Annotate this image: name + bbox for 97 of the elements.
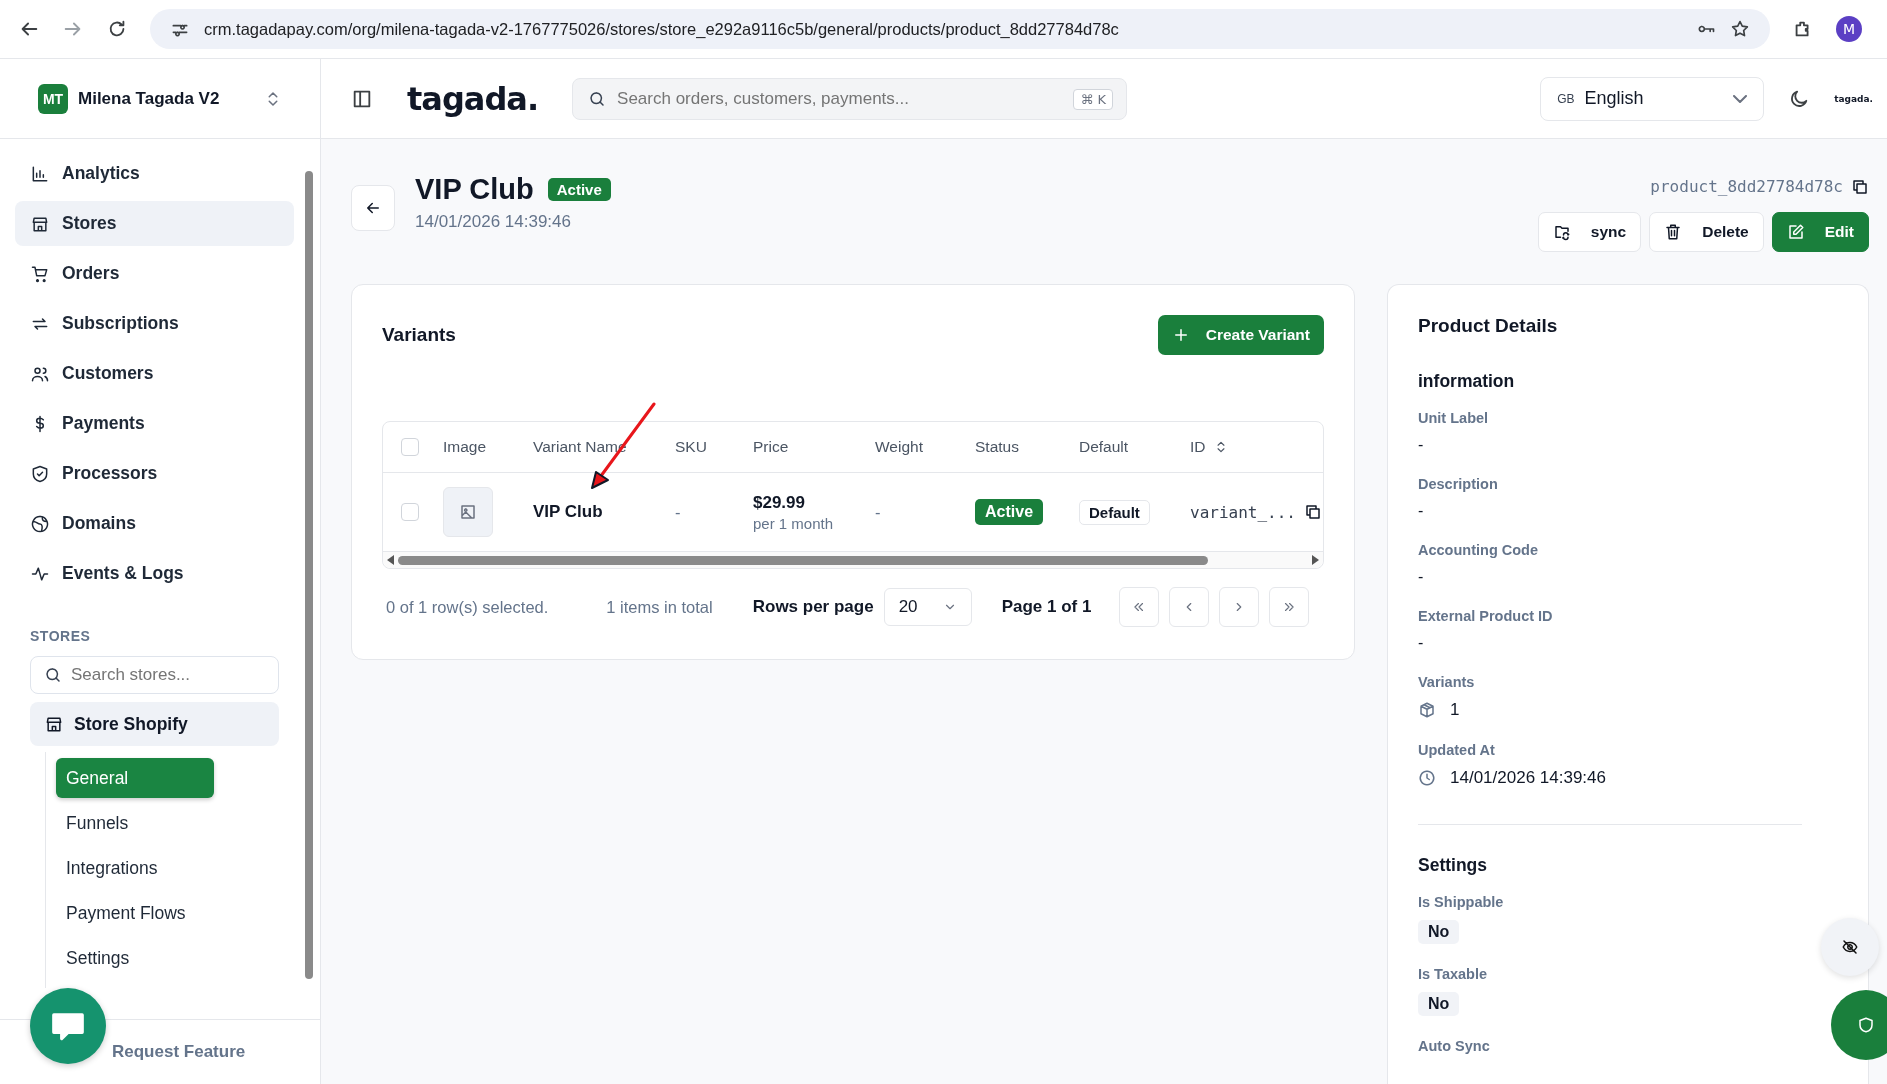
url-text: crm.tagadapay.com/org/milena-tagada-v2-1767775026/stores/store_e292a9116c5b/general/products/product_8dd27784d78c bbox=[204, 19, 1119, 39]
column-header: Image bbox=[443, 438, 487, 456]
field-label: External Product ID bbox=[1418, 608, 1554, 624]
language-select[interactable]: GB English bbox=[1540, 76, 1765, 121]
nav-item[interactable]: Processors bbox=[15, 451, 294, 496]
nav-item[interactable]: Payments bbox=[15, 401, 294, 446]
items-total: 1 items in total bbox=[606, 597, 713, 617]
section-heading: STORES bbox=[30, 628, 92, 644]
copy-icon[interactable] bbox=[1303, 503, 1322, 521]
value-badge: No bbox=[1418, 992, 1460, 1016]
create-variant-button[interactable]: Create Variant bbox=[1157, 315, 1324, 355]
address-bar[interactable]: crm.tagadapay.com/org/milena-tagada-v2-1767775026/stores/store_e292a9116c5b/general/products/product_8dd27784d78c bbox=[150, 9, 1770, 49]
column-header: SKU bbox=[675, 438, 707, 456]
field-label: Updated At bbox=[1418, 742, 1496, 758]
price: $29.99 bbox=[753, 492, 805, 513]
store-nav-item[interactable]: General bbox=[56, 758, 214, 798]
status-badge: Active bbox=[975, 499, 1044, 525]
eye-off-icon bbox=[1841, 938, 1859, 956]
variant-name: VIP Club bbox=[533, 502, 603, 522]
field-value: - bbox=[1418, 634, 1425, 652]
request-feature-link[interactable]: Request Feature bbox=[112, 1042, 246, 1062]
star-icon[interactable] bbox=[1730, 19, 1750, 39]
nav-item[interactable]: Subscriptions bbox=[15, 301, 294, 346]
chevron-down-icon bbox=[1733, 94, 1748, 103]
shield-icon bbox=[1857, 1016, 1875, 1034]
search-icon bbox=[588, 89, 607, 108]
copy-icon[interactable] bbox=[1851, 177, 1869, 196]
store-icon bbox=[44, 714, 64, 734]
billing-period: per 1 month bbox=[753, 514, 834, 532]
field-label: Auto Sync bbox=[1418, 1038, 1491, 1054]
logo: tagada. bbox=[407, 79, 539, 118]
search-icon bbox=[44, 666, 62, 684]
trash-icon bbox=[1664, 223, 1683, 241]
variant-id: variant_... bbox=[1190, 502, 1296, 522]
field-label: Unit Label bbox=[1418, 410, 1490, 426]
value-badge: No bbox=[1418, 920, 1460, 944]
rows-per-page-select[interactable]: 20 bbox=[883, 588, 972, 626]
section-heading: Settings bbox=[1418, 855, 1489, 876]
delete-button[interactable]: Delete bbox=[1649, 212, 1764, 252]
default-badge: Default bbox=[1079, 499, 1150, 525]
rows-per-page-label: Rows per page bbox=[752, 597, 874, 617]
card-title: Product Details bbox=[1418, 315, 1559, 337]
org-switcher[interactable]: MT Milena Tagada V2 bbox=[0, 59, 320, 139]
column-header: Price bbox=[753, 438, 789, 456]
field-value: 1 bbox=[1450, 700, 1460, 720]
table-cell: - bbox=[875, 502, 881, 522]
logo: tagada. bbox=[1834, 93, 1873, 104]
table-cell: - bbox=[675, 502, 681, 522]
folder-sync-icon bbox=[1552, 223, 1571, 241]
chat-button[interactable] bbox=[30, 988, 106, 1064]
row-checkbox[interactable] bbox=[401, 503, 419, 521]
field-label: Is Shippable bbox=[1418, 894, 1505, 910]
horizontal-scrollbar[interactable] bbox=[383, 552, 1323, 568]
edit-button[interactable]: Edit bbox=[1771, 212, 1869, 252]
field-value: - bbox=[1418, 436, 1425, 454]
field-label: Description bbox=[1418, 476, 1499, 492]
field-value: 14/01/2026 14:39:46 bbox=[1450, 768, 1606, 788]
field-label: Accounting Code bbox=[1418, 542, 1540, 558]
store-nav-item[interactable]: Funnels bbox=[56, 803, 214, 843]
shortcut-hint: ⌘ K bbox=[1073, 88, 1114, 110]
column-header: Weight bbox=[875, 438, 923, 456]
nav-item[interactable]: Analytics bbox=[15, 151, 294, 196]
status-badge: Active bbox=[547, 178, 611, 201]
product-date: 14/01/2026 14:39:46 bbox=[415, 212, 572, 232]
column-header: Status bbox=[975, 438, 1019, 456]
nav-item[interactable]: Domains bbox=[15, 501, 294, 546]
edit-icon bbox=[1786, 223, 1805, 241]
column-header: Default bbox=[1079, 438, 1129, 456]
nav-icon bbox=[30, 463, 50, 484]
nav-item[interactable]: Stores bbox=[15, 201, 294, 246]
product-id: product_8dd27784d78c bbox=[1650, 177, 1843, 196]
nav-item[interactable]: Orders bbox=[15, 251, 294, 296]
field-label: Is Taxable bbox=[1418, 966, 1489, 982]
product-title: VIP Club bbox=[415, 173, 534, 206]
store-nav-item[interactable]: Payment Flows bbox=[56, 893, 214, 933]
store-nav-item[interactable]: Integrations bbox=[56, 848, 214, 888]
clock-icon bbox=[1418, 769, 1436, 787]
column-header: ID bbox=[1190, 438, 1206, 456]
store-nav-item[interactable]: Settings bbox=[56, 938, 214, 978]
field-value: - bbox=[1418, 568, 1425, 586]
card-title: Variants bbox=[382, 324, 456, 346]
nav-item[interactable]: Customers bbox=[15, 351, 294, 396]
nav-item[interactable]: Events & Logs bbox=[15, 551, 294, 596]
selection-count: 0 of 1 row(s) selected. bbox=[386, 597, 549, 617]
field-value: - bbox=[1418, 502, 1425, 520]
section-heading: information bbox=[1418, 371, 1516, 392]
double-chevron-right-icon bbox=[1282, 600, 1297, 614]
field-label: Variants bbox=[1418, 674, 1476, 690]
store-search-field[interactable]: Search stores... bbox=[30, 656, 279, 694]
profile-avatar[interactable]: M bbox=[1836, 16, 1862, 42]
box-icon bbox=[1418, 701, 1436, 719]
page-indicator: Page 1 of 1 bbox=[1001, 597, 1092, 617]
select-all-checkbox[interactable] bbox=[401, 438, 419, 456]
sync-button[interactable]: sync bbox=[1537, 212, 1642, 252]
store-item[interactable]: Store Shopify bbox=[30, 702, 279, 746]
image-placeholder bbox=[443, 487, 493, 537]
nav-icon bbox=[30, 513, 50, 534]
